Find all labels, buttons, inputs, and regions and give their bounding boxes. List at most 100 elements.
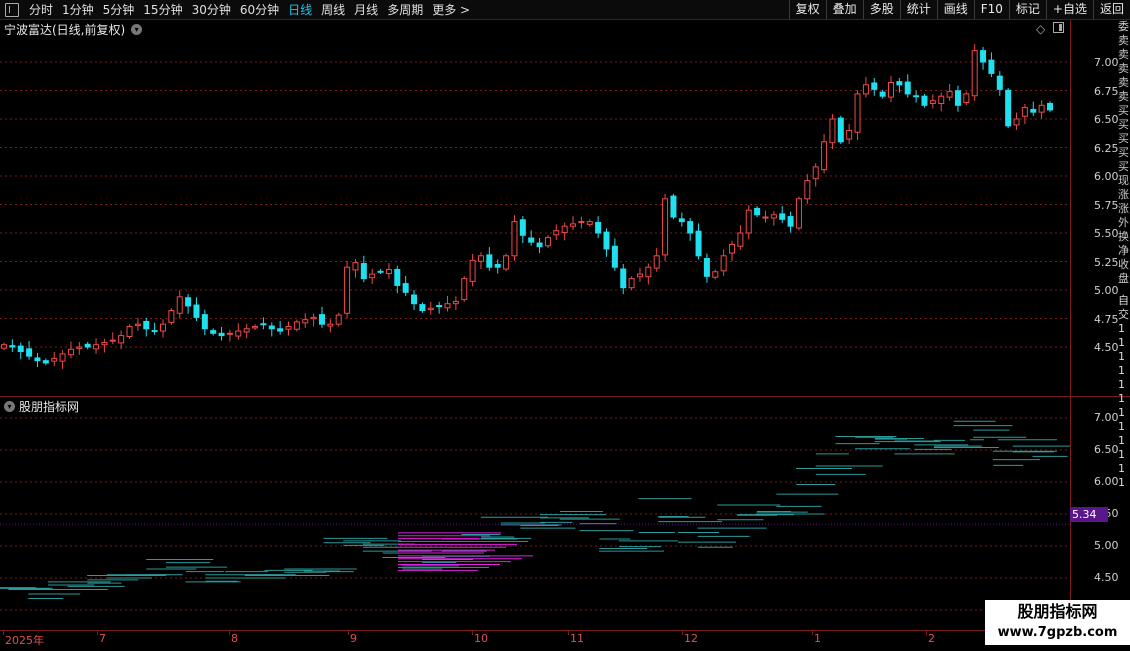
- candle-body: [1047, 102, 1053, 111]
- candle-body: [871, 82, 878, 90]
- candle-body: [59, 353, 66, 362]
- candle-body: [745, 209, 752, 234]
- candle-body: [76, 346, 83, 349]
- candle-body: [578, 221, 585, 224]
- y-tick-label: 5.25: [1094, 255, 1119, 269]
- candle-body: [42, 360, 49, 364]
- candle-body: [837, 117, 844, 143]
- candle-body: [218, 332, 225, 337]
- candle-body: [134, 323, 141, 327]
- watermark: 股朋指标网 www.7gpzb.com: [985, 600, 1130, 645]
- quote-side-strip: 委 卖 卖 卖 卖 卖 买 买 买 买 买 现 涨 涨 外 换 净 收 盘 自 …: [1118, 20, 1130, 630]
- candle-body: [444, 303, 451, 309]
- candle-body: [645, 266, 652, 278]
- candle-body: [385, 268, 392, 275]
- y-axis-divider: [1070, 20, 1071, 630]
- candle-body: [469, 259, 476, 282]
- candle-body: [352, 262, 359, 271]
- date-label: 12: [684, 632, 698, 645]
- candle-body: [611, 245, 618, 268]
- toolbar-button-8[interactable]: 返回: [1092, 0, 1130, 19]
- date-tick: [682, 631, 683, 635]
- y-tick-label: 4.75: [1094, 312, 1119, 326]
- candle-body: [921, 95, 928, 106]
- candle-body: [452, 300, 459, 305]
- y-tick-label: 5.00: [1094, 284, 1119, 297]
- panel-divider[interactable]: [0, 396, 1130, 397]
- candle-body: [787, 216, 794, 227]
- candle-body: [636, 273, 643, 278]
- candle-body: [360, 263, 367, 280]
- candle-body: [1013, 118, 1020, 126]
- candle-body: [344, 266, 351, 314]
- candle-body: [561, 225, 568, 234]
- candle-body: [494, 263, 501, 268]
- indicator-y-tick-label: 5.00: [1094, 539, 1119, 552]
- candle-body: [896, 81, 903, 86]
- candle-body: [193, 304, 200, 318]
- candle-body: [687, 221, 694, 234]
- candle-body: [821, 141, 828, 171]
- candle-body: [854, 93, 861, 133]
- candle-body: [84, 343, 91, 348]
- date-tick: [229, 631, 230, 635]
- candle-body: [754, 207, 761, 216]
- candle-body: [427, 307, 434, 311]
- date-label: 11: [570, 632, 584, 645]
- date-label: 9: [350, 632, 357, 645]
- candle-body: [310, 316, 317, 320]
- candle-body: [302, 319, 309, 324]
- candle-body: [795, 198, 802, 229]
- candle-body: [720, 255, 727, 272]
- candle-body: [293, 321, 300, 330]
- candle-body: [143, 320, 150, 330]
- indicator-name: 股朋指标网: [19, 400, 80, 414]
- candle-body: [1, 344, 7, 349]
- candle-body: [327, 323, 334, 327]
- candle-body: [553, 230, 560, 236]
- indicator-y-tick-label: 4.50: [1094, 571, 1119, 584]
- candle-body: [126, 325, 133, 338]
- candle-body: [109, 339, 116, 342]
- candle-body: [862, 84, 869, 95]
- date-tick: [348, 631, 349, 635]
- quote-strip-labels: 委 卖 卖 卖 卖 卖 买 买 买 买 买 现 涨 涨 外 换 净 收 盘: [1118, 20, 1129, 285]
- y-tick-label: 6.75: [1094, 84, 1119, 98]
- candle-body: [394, 268, 401, 286]
- candle-body: [34, 357, 41, 362]
- candle-body: [511, 221, 518, 257]
- candle-body: [402, 283, 409, 293]
- candle-body: [226, 332, 233, 335]
- candle-body: [662, 198, 669, 256]
- candle-body: [954, 90, 961, 106]
- indicator-y-tick-label: 7.00: [1094, 411, 1119, 424]
- candle-body: [929, 100, 936, 104]
- date-label: 8: [231, 632, 238, 645]
- candle-body: [369, 273, 376, 279]
- candle-body: [971, 50, 978, 97]
- candle-body: [377, 270, 384, 273]
- candle-body: [285, 325, 292, 330]
- candle-body: [461, 278, 468, 301]
- candle-body: [729, 243, 736, 254]
- candle-body: [318, 314, 325, 325]
- y-tick-label: 6.25: [1094, 141, 1119, 155]
- date-label: 2025年: [5, 634, 44, 647]
- candlestick-chart[interactable]: [0, 0, 1070, 630]
- date-label: 10: [474, 632, 488, 645]
- quote-strip-values: 自 交 1 1 1 1 1 1 1 1 1 1 1 1: [1118, 294, 1129, 489]
- date-tick: [812, 631, 813, 635]
- candle-body: [9, 345, 16, 348]
- candle-body: [1038, 104, 1045, 113]
- candle-body: [779, 213, 786, 220]
- chevron-down-icon[interactable]: ▾: [4, 401, 15, 412]
- candle-body: [176, 296, 183, 314]
- candle-body: [235, 330, 242, 337]
- date-axis: 2025年 7 8 9 10 11 12 1 2: [0, 630, 1130, 651]
- watermark-title: 股朋指标网: [1017, 602, 1098, 621]
- indicator-y-tick-label: 6.00: [1094, 475, 1119, 488]
- watermark-url: www.7gpzb.com: [997, 625, 1118, 640]
- candle-body: [980, 50, 987, 63]
- candle-body: [519, 219, 526, 236]
- candle-body: [1021, 107, 1028, 117]
